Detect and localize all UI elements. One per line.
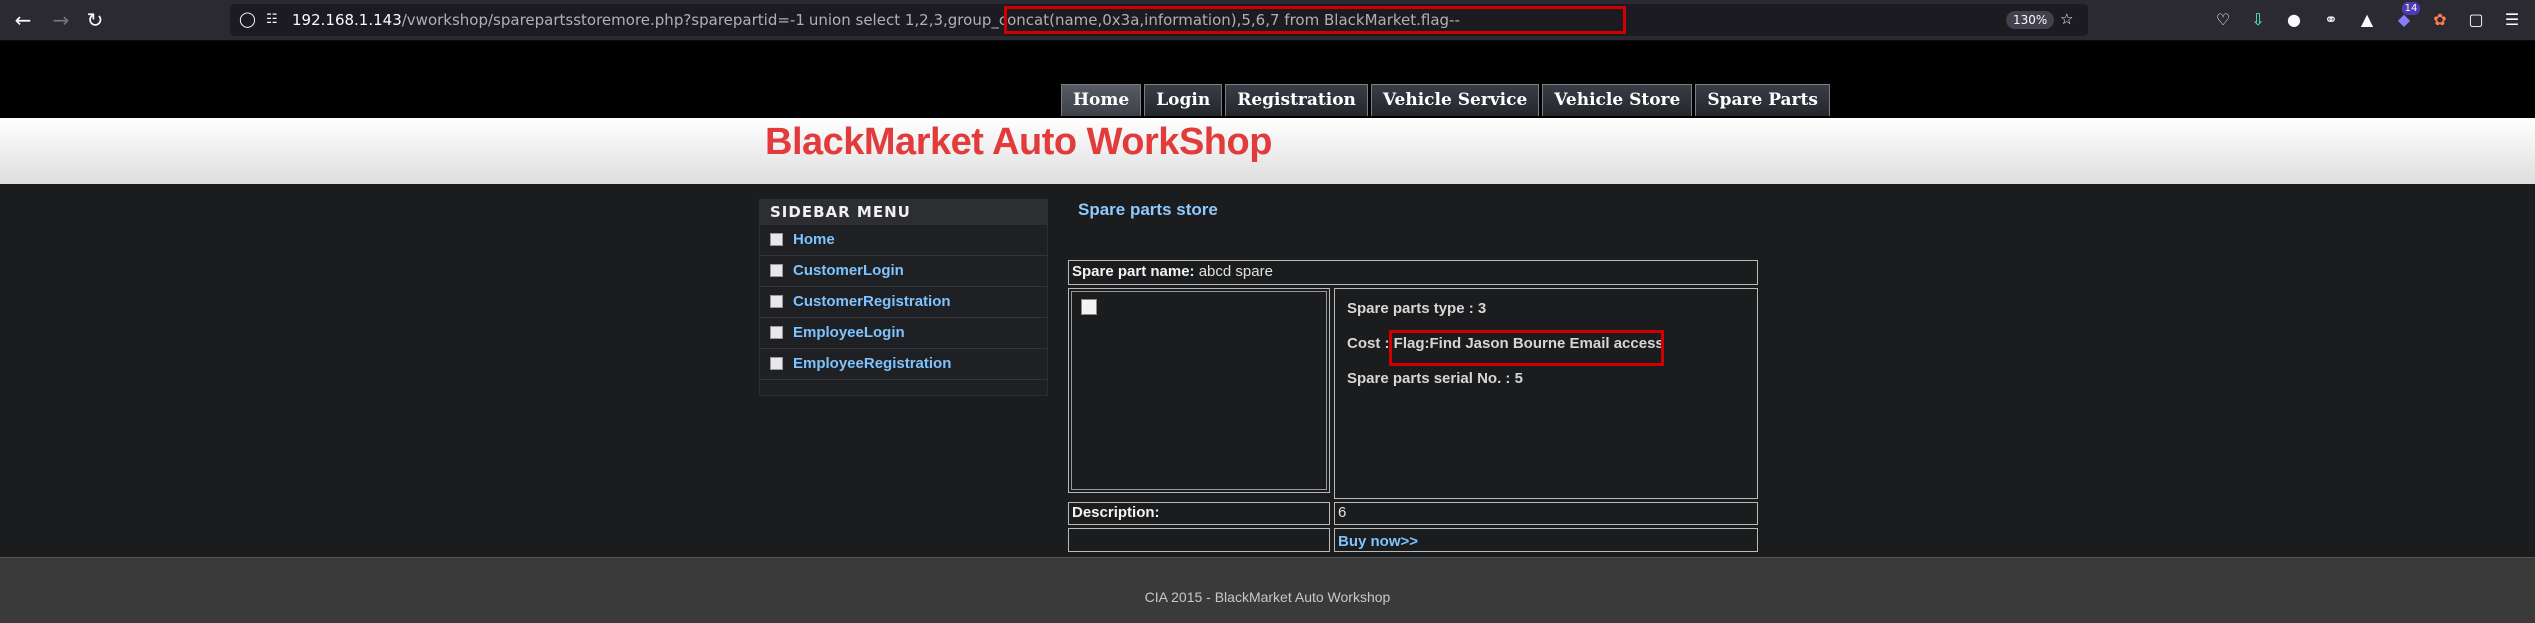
menu-login[interactable]: Login: [1144, 84, 1223, 116]
buy-now-link[interactable]: Buy now>>: [1338, 533, 1418, 550]
part-type: Spare parts type : 3: [1347, 300, 1486, 317]
sidebar: SIDEBAR MENU Home CustomerLogin Customer…: [759, 199, 1048, 396]
extensions-puzzle-icon[interactable]: ▢: [2464, 8, 2488, 32]
buy-cell: Buy now>>: [1334, 528, 1758, 552]
sidebar-item-label[interactable]: Home: [793, 231, 835, 248]
sidebar-item-employee-registration[interactable]: EmployeeRegistration: [760, 349, 1047, 380]
part-name-value: abcd spare: [1198, 263, 1273, 280]
part-image-cell: [1068, 288, 1330, 493]
menu-vehicle-service[interactable]: Vehicle Service: [1370, 84, 1540, 116]
reload-button[interactable]: ↻: [83, 8, 107, 32]
part-name-row: Spare part name: abcd spare: [1068, 260, 1758, 285]
forward-button[interactable]: →: [49, 8, 73, 32]
menu-home[interactable]: Home: [1061, 84, 1142, 116]
site-title: BlackMarket Auto WorkShop: [765, 121, 1272, 163]
page-title: Spare parts store: [1078, 200, 1218, 219]
part-type-label: Spare parts type :: [1347, 300, 1474, 317]
lock-icon[interactable]: ☷: [266, 12, 278, 27]
extension-badge: 14: [2402, 2, 2420, 15]
checkbox-icon: [770, 295, 783, 308]
part-details-cell: Spare parts type : 3 Cost : Flag:Find Ja…: [1334, 288, 1758, 499]
shield-icon[interactable]: ◯: [239, 10, 256, 28]
menu-hamburger-icon[interactable]: ☰: [2500, 8, 2524, 32]
url-host: 192.168.1.143: [292, 11, 402, 29]
footer: CIA 2015 - BlackMarket Auto Workshop: [0, 557, 2535, 623]
browser-toolbar: ← → ↻ ◯ ☷ 192.168.1.143/vworkshop/sparep…: [0, 0, 2535, 41]
description-label: Description:: [1072, 504, 1160, 521]
sidebar-item-label[interactable]: EmployeeRegistration: [793, 355, 951, 372]
ext-foxy-icon[interactable]: ✿: [2428, 8, 2452, 32]
profile-icon[interactable]: ●: [2282, 8, 2306, 32]
sidebar-item-customer-registration[interactable]: CustomerRegistration: [760, 287, 1047, 318]
zoom-level[interactable]: 130%: [2006, 11, 2055, 29]
bookmark-star-icon[interactable]: ☆: [2060, 10, 2073, 28]
part-serial-label: Spare parts serial No. :: [1347, 370, 1511, 387]
part-serial-value: 5: [1514, 370, 1523, 387]
checkbox-icon: [770, 264, 783, 277]
flag-highlight-box: [1389, 330, 1664, 366]
checkbox-icon: [770, 357, 783, 370]
sidebar-item-label[interactable]: CustomerRegistration: [793, 293, 951, 310]
checkbox-icon: [770, 233, 783, 246]
menu-spare-parts[interactable]: Spare Parts: [1695, 84, 1830, 116]
sidebar-item-home[interactable]: Home: [760, 225, 1047, 256]
part-type-value: 3: [1477, 300, 1487, 317]
pocket-icon[interactable]: ♡: [2211, 8, 2235, 32]
part-image: [1071, 291, 1327, 490]
back-button[interactable]: ←: [11, 8, 35, 32]
description-value: 6: [1338, 504, 1347, 521]
menu-vehicle-store[interactable]: Vehicle Store: [1542, 84, 1693, 116]
sidebar-item-customer-login[interactable]: CustomerLogin: [760, 256, 1047, 287]
ext-glasses-icon[interactable]: ⚭: [2319, 8, 2343, 32]
part-serial: Spare parts serial No. : 5: [1347, 370, 1523, 387]
downloads-icon[interactable]: ⇩: [2246, 8, 2270, 32]
part-name-label: Spare part name:: [1072, 263, 1195, 280]
menu-registration[interactable]: Registration: [1225, 84, 1368, 116]
sidebar-heading: SIDEBAR MENU: [760, 200, 1047, 225]
sidebar-item-employee-login[interactable]: EmployeeLogin: [760, 318, 1047, 349]
main-menu: Home Login Registration Vehicle Service …: [1061, 84, 1833, 117]
sidebar-item-label[interactable]: EmployeeLogin: [793, 324, 905, 341]
description-value-cell: 6: [1334, 502, 1758, 525]
url-highlight-box: [1004, 6, 1626, 34]
url-path: /vworkshop/sparepartsstoremore.php?spare…: [401, 11, 805, 29]
part-cost-label: Cost :: [1347, 335, 1390, 352]
url-bar[interactable]: ◯ ☷ 192.168.1.143/vworkshop/sparepartsst…: [230, 4, 2088, 36]
checkbox-icon: [770, 326, 783, 339]
description-label-cell: Description:: [1068, 502, 1330, 525]
buy-empty-cell: [1068, 528, 1330, 552]
broken-image-icon: [1081, 299, 1097, 315]
sidebar-item-label[interactable]: CustomerLogin: [793, 262, 904, 279]
ext-shield-icon[interactable]: ▲: [2355, 8, 2379, 32]
footer-text: CIA 2015 - BlackMarket Auto Workshop: [1144, 589, 1391, 605]
